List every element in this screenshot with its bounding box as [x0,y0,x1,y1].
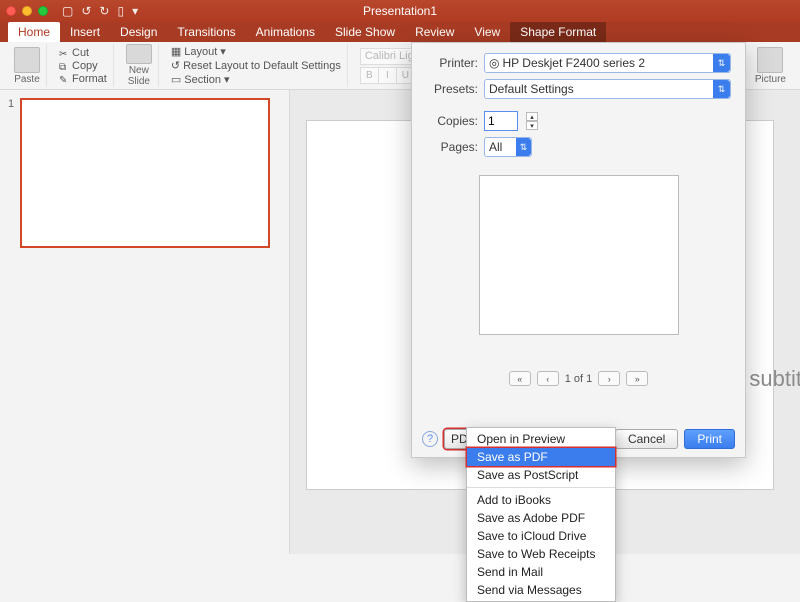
window-controls [6,6,48,16]
picture-group: Picture [749,44,792,87]
pages-label: Pages: [426,140,478,154]
menu-save-as-pdf[interactable]: Save as PDF [467,448,615,466]
copy-button[interactable]: Copy [59,60,107,72]
slide-layout-group: ▦ Layout ▾ ↺ Reset Layout to Default Set… [165,44,348,87]
print-button[interactable]: Print [684,429,735,449]
slide-thumbnails-pane: 1 [0,90,290,554]
thumb-number: 1 [8,98,14,248]
presets-select[interactable]: Default Settings⇅ [484,79,731,99]
italic-button[interactable]: I [378,67,396,84]
print-preview [479,175,679,335]
step-up-icon[interactable]: ▴ [526,112,538,121]
copies-label: Copies: [426,114,478,128]
tab-design[interactable]: Design [110,22,167,42]
slide-thumbnail-1[interactable] [20,98,270,248]
tab-view[interactable]: View [464,22,510,42]
quick-access-toolbar: ▢ ↺ ↻ ▯ ▾ [62,4,138,18]
menu-separator [467,487,615,488]
close-window[interactable] [6,6,16,16]
menu-send-mail[interactable]: Send in Mail [467,563,615,581]
tab-transitions[interactable]: Transitions [167,22,245,42]
help-button[interactable]: ? [422,431,438,447]
section-button[interactable]: ▭ Section ▾ [171,73,341,86]
presets-label: Presets: [426,82,478,96]
page-next-button[interactable]: › [598,371,620,386]
page-last-button[interactable]: » [626,371,648,386]
printer-label: Printer: [426,56,478,70]
zoom-window[interactable] [38,6,48,16]
redo-icon[interactable]: ↻ [99,4,109,18]
tab-home[interactable]: Home [8,22,60,42]
ribbon-tabs: Home Insert Design Transitions Animation… [0,22,800,42]
tab-review[interactable]: Review [405,22,464,42]
page-first-button[interactable]: « [509,371,531,386]
tab-insert[interactable]: Insert [60,22,110,42]
page-count: 1 of 1 [565,373,593,385]
menu-add-ibooks[interactable]: Add to iBooks [467,491,615,509]
print-pager: « ‹ 1 of 1 › » [426,371,731,386]
page-prev-button[interactable]: ‹ [537,371,559,386]
menu-open-preview[interactable]: Open in Preview [467,430,615,448]
cancel-button[interactable]: Cancel [615,429,678,449]
tab-slideshow[interactable]: Slide Show [325,22,405,42]
copy-icon [59,61,69,71]
picture-icon[interactable] [757,47,783,73]
step-down-icon[interactable]: ▾ [526,121,538,130]
minimize-window[interactable] [22,6,32,16]
brush-icon [59,74,69,84]
menu-send-messages[interactable]: Send via Messages [467,581,615,599]
undo-icon[interactable]: ↺ [81,4,91,18]
printer-select[interactable]: ◎HP Deskjet F2400 series 2⇅ [484,53,731,73]
menu-save-icloud[interactable]: Save to iCloud Drive [467,527,615,545]
paste-icon[interactable] [14,47,40,73]
format-painter-button[interactable]: Format [59,73,107,85]
subtitle-placeholder-text: subtit [749,366,800,392]
menu-save-adobe-pdf[interactable]: Save as Adobe PDF [467,509,615,527]
layout-button[interactable]: ▦ Layout ▾ [171,45,341,58]
clipboard-group: Paste [8,44,47,87]
print-dialog: Printer: ◎HP Deskjet F2400 series 2⇅ Pre… [411,42,746,458]
reset-layout-button[interactable]: ↺ Reset Layout to Default Settings [171,59,341,72]
clipboard-extra: Cut Copy Format [53,44,114,87]
menu-save-web-receipts[interactable]: Save to Web Receipts [467,545,615,563]
tab-shape-format[interactable]: Shape Format [510,22,606,42]
cut-button[interactable]: Cut [59,47,107,59]
scissors-icon [59,48,69,58]
new-slide-icon[interactable] [126,44,152,64]
new-slide-group: New Slide [120,44,159,87]
bold-button[interactable]: B [360,67,378,84]
title-bar: ▢ ↺ ↻ ▯ ▾ Presentation1 [0,0,800,22]
save-icon[interactable]: ▢ [62,4,73,18]
copies-stepper[interactable]: ▴▾ [526,112,538,130]
caret-icon: ⇅ [516,138,531,156]
pdf-menu: Open in Preview Save as PDF Save as Post… [466,427,616,602]
doc-icon[interactable]: ▯ [117,4,124,18]
new-slide-button[interactable]: New Slide [128,65,150,87]
tab-animations[interactable]: Animations [246,22,325,42]
picture-button[interactable]: Picture [755,74,786,85]
qat-overflow-icon[interactable]: ▾ [132,4,138,18]
document-title: Presentation1 [363,4,437,18]
pages-select[interactable]: All⇅ [484,137,532,157]
caret-icon: ⇅ [713,54,730,72]
caret-icon: ⇅ [713,80,730,98]
menu-save-as-postscript[interactable]: Save as PostScript [467,466,615,484]
copies-input[interactable] [484,111,518,131]
paste-button[interactable]: Paste [14,74,40,85]
